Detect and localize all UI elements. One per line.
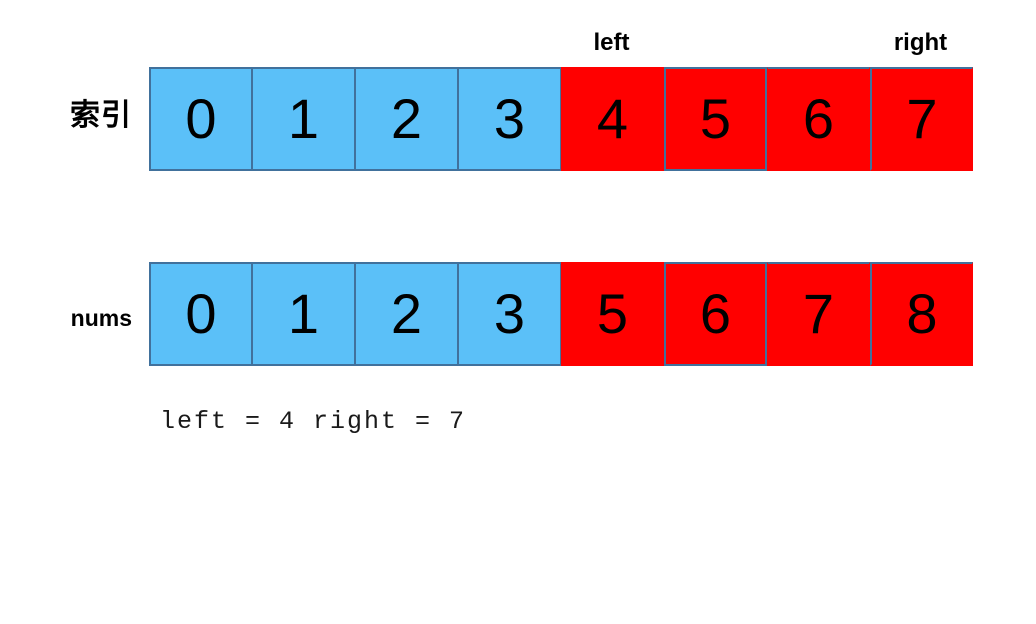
index-cell-5-value: 5 [699,87,732,150]
nums-cell-3[interactable]: 3 [458,262,561,366]
index-cell-5[interactable]: 5 [664,67,767,171]
index-cell-0-value: 0 [185,87,217,150]
nums-cell-4-value: 5 [596,282,629,345]
nums-cell-2[interactable]: 2 [355,262,458,366]
nums-cell-6[interactable]: 7 [767,262,870,366]
pointer-state-caption: left = 4 right = 7 [160,407,467,436]
nums-cell-5[interactable]: 6 [664,262,767,366]
index-cell-7-value: 7 [906,87,938,150]
index-cell-6[interactable]: 6 [767,67,870,171]
index-cell-2[interactable]: 2 [355,67,458,171]
index-cell-6-value: 6 [802,87,835,150]
nums-cell-4[interactable]: 5 [561,262,664,366]
row-label-index: 索引 [70,99,132,132]
nums-cell-1-value: 1 [287,282,320,345]
index-row: 0 1 2 3 4 5 6 7 [149,67,973,171]
nums-cell-2-value: 2 [390,282,423,345]
row-label-nums: nums [70,305,132,331]
index-cell-0[interactable]: 0 [149,67,252,171]
nums-cell-3-value: 3 [493,282,526,345]
index-cell-4-value: 4 [596,87,629,150]
pointer-label-left: left [593,29,630,56]
index-cell-1[interactable]: 1 [252,67,355,171]
index-cell-1-value: 1 [287,87,320,150]
nums-cell-1[interactable]: 1 [252,262,355,366]
nums-cell-7-value: 8 [906,282,938,345]
nums-cell-7[interactable]: 8 [870,262,973,366]
index-cell-3-value: 3 [493,87,526,150]
index-cell-7[interactable]: 7 [870,67,973,171]
diagram-canvas: left right 索引 0 1 2 3 4 5 6 7 nums 0 1 2… [0,0,1036,624]
nums-cell-0[interactable]: 0 [149,262,252,366]
nums-row: 0 1 2 3 5 6 7 8 [149,262,973,366]
nums-cell-6-value: 7 [802,282,835,345]
nums-cell-0-value: 0 [185,282,217,345]
index-cell-4[interactable]: 4 [561,67,664,171]
index-cell-3[interactable]: 3 [458,67,561,171]
index-cell-2-value: 2 [390,87,423,150]
nums-cell-5-value: 6 [699,282,732,345]
pointer-label-right: right [893,29,948,56]
